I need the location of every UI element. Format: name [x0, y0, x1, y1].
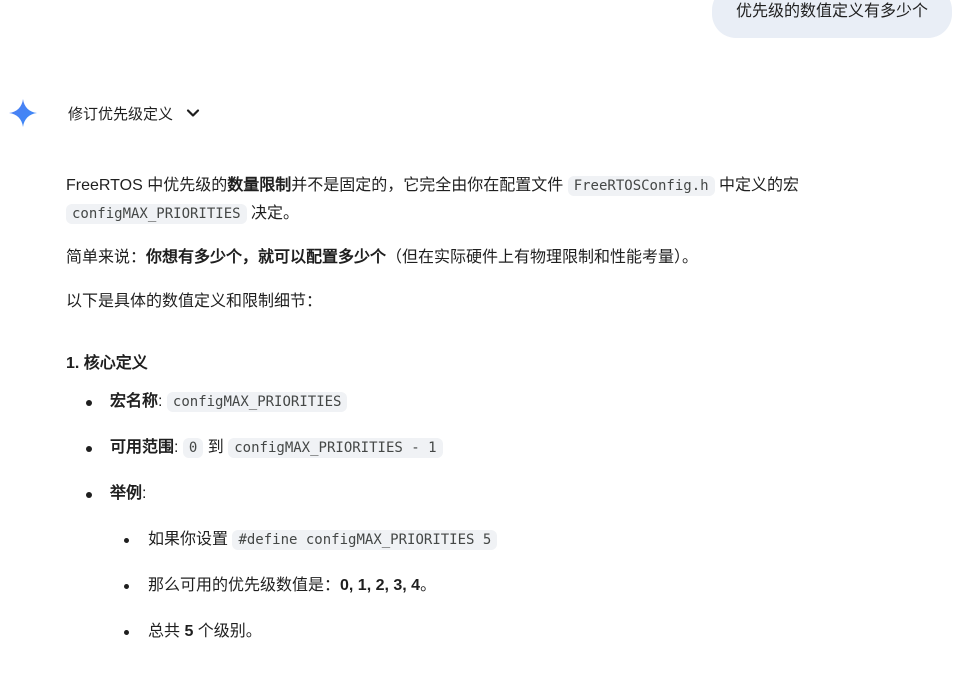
- sublist-item: 总共 5 个级别。: [66, 618, 946, 646]
- list-item: 举例:: [66, 480, 946, 508]
- list-item: 宏名称: configMAX_PRIORITIES: [66, 388, 946, 416]
- text: 到: [203, 439, 229, 456]
- text: 总共: [148, 623, 185, 640]
- section-heading: 1. 核心定义: [66, 355, 148, 372]
- example-sublist: 如果你设置 #define configMAX_PRIORITIES 5 那么可…: [66, 526, 946, 646]
- text: :: [158, 393, 167, 410]
- text: :: [174, 439, 183, 456]
- chevron-down-icon: [186, 109, 200, 117]
- text: FreeRTOS 中优先级的: [66, 177, 228, 194]
- text: 决定。: [246, 205, 300, 222]
- gemini-spark-icon: [9, 99, 37, 127]
- text: 简单来说：: [66, 249, 147, 266]
- model-response-header: 修订优先级定义: [8, 98, 201, 128]
- inline-code: configMAX_PRIORITIES - 1: [228, 438, 443, 458]
- model-response-content: FreeRTOS 中优先级的数量限制并不是固定的，它完全由你在配置文件 Free…: [66, 172, 946, 664]
- sublist-item: 如果你设置 #define configMAX_PRIORITIES 5: [66, 526, 946, 554]
- text: （但在实际硬件上有物理限制和性能考量）。: [386, 249, 699, 266]
- text: :: [142, 485, 147, 502]
- inline-code: 0: [182, 438, 204, 458]
- sublist-item: 那么可用的优先级数值是：0, 1, 2, 3, 4。: [66, 572, 946, 600]
- text: 如果你设置: [148, 531, 233, 548]
- list-item-label: 宏名称: [110, 393, 159, 410]
- text: 那么可用的优先级数值是：: [148, 577, 341, 594]
- inline-code: #define configMAX_PRIORITIES 5: [232, 530, 498, 550]
- thinking-toggle[interactable]: 修订优先级定义: [68, 103, 201, 124]
- paragraph-intro: FreeRTOS 中优先级的数量限制并不是固定的，它完全由你在配置文件 Free…: [66, 172, 946, 228]
- inline-code: configMAX_PRIORITIES: [66, 204, 247, 224]
- bold-text: 数量限制: [227, 177, 292, 194]
- list-item-label: 举例: [110, 485, 143, 502]
- user-message-text: 优先级的数值定义有多少个: [735, 3, 928, 20]
- bold-text: 0, 1, 2, 3, 4: [340, 577, 421, 594]
- list-item-label: 可用范围: [110, 439, 175, 456]
- text: 。: [420, 577, 437, 594]
- paragraph-details-intro: 以下是具体的数值定义和限制细节：: [66, 293, 323, 310]
- text: 并不是固定的，它完全由你在配置文件: [291, 177, 568, 194]
- definition-list: 宏名称: configMAX_PRIORITIES 可用范围: 0 到 conf…: [66, 388, 946, 508]
- inline-code: FreeRTOSConfig.h: [567, 176, 715, 196]
- inline-code: configMAX_PRIORITIES: [166, 392, 348, 412]
- thinking-label: 修订优先级定义: [68, 105, 174, 123]
- bold-text: 你想有多少个，就可以配置多少个: [146, 249, 387, 266]
- text: 个级别。: [193, 623, 262, 640]
- list-item: 可用范围: 0 到 configMAX_PRIORITIES - 1: [66, 434, 946, 462]
- text: 中定义的宏: [714, 177, 799, 194]
- user-message-bubble: 优先级的数值定义有多少个: [711, 0, 952, 38]
- paragraph-summary: 简单来说：你想有多少个，就可以配置多少个（但在实际硬件上有物理限制和性能考量）。: [66, 244, 946, 272]
